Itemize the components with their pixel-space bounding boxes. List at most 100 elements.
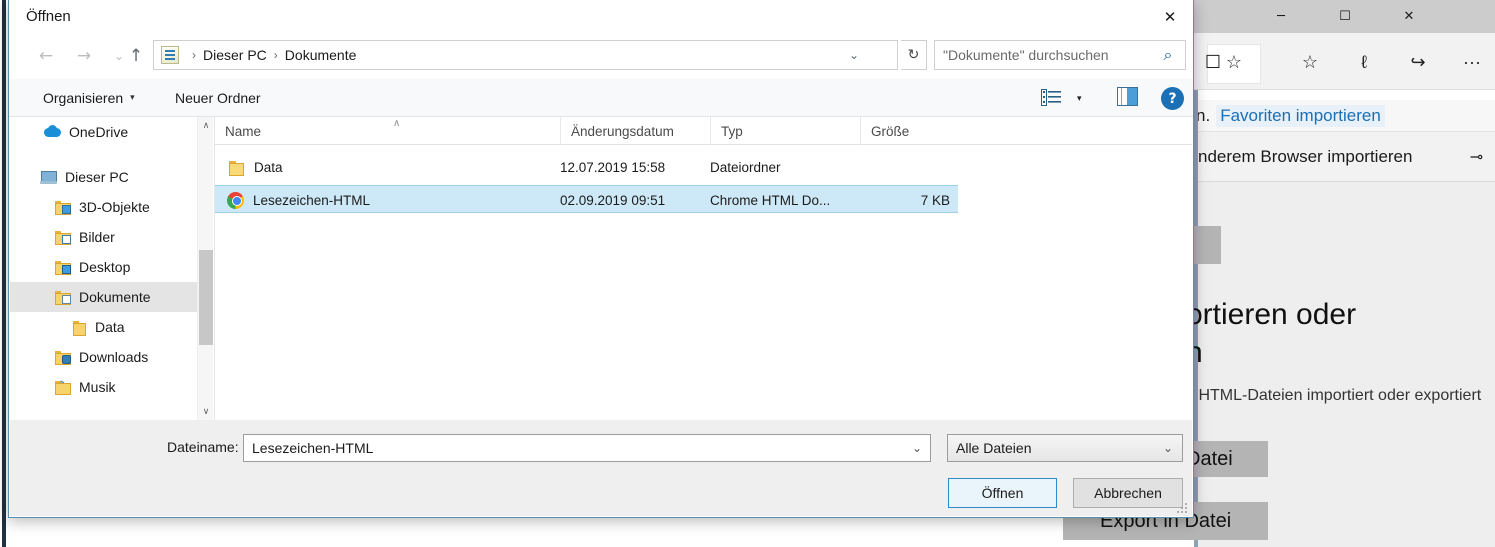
more-options-icon[interactable]: ··· — [1452, 44, 1492, 80]
column-header-type[interactable]: Typ — [710, 117, 860, 145]
import-other-browser-row[interactable]: nderem Browser importieren ⊸ — [1194, 132, 1495, 182]
help-icon[interactable]: ? — [1161, 87, 1184, 110]
search-input[interactable]: "Dokumente" durchsuchen ⌕ — [934, 40, 1186, 70]
navigation-tree: OneDrive Dieser PC 3D-Objekte Bilder Des… — [10, 117, 213, 420]
tree-item-downloads[interactable]: Downloads — [10, 342, 198, 372]
breadcrumb-separator-0: › — [192, 48, 196, 62]
screen-left-edge — [0, 0, 8, 547]
tree-item-dokumente[interactable]: Dokumente — [10, 282, 213, 312]
tree-item-label: Bilder — [79, 229, 115, 245]
tree-item-label: Musik — [79, 379, 116, 395]
chrome-html-document-icon — [227, 191, 244, 209]
tree-item-dieser-pc[interactable]: Dieser PC — [10, 162, 198, 192]
dialog-footer: Dateiname: Lesezeichen-HTML ⌄ Alle Datei… — [10, 420, 1192, 516]
tree-item-3d-objekte[interactable]: 3D-Objekte — [10, 192, 198, 222]
favorites-import-prefix: n. — [1196, 105, 1211, 125]
partially-hidden-button[interactable] — [1190, 226, 1221, 264]
pin-icon[interactable]: ⊸ — [1470, 147, 1483, 166]
filename-input[interactable]: Lesezeichen-HTML ⌄ — [243, 434, 931, 462]
edge-title-bar: ─ ☐ ✕ — [1194, 0, 1495, 33]
settings-description: s HTML-Dateien importiert oder exportier… — [1186, 387, 1482, 404]
favorites-list-icon[interactable]: ☆ — [1290, 44, 1330, 80]
column-header-name[interactable]: Name ∧ — [215, 117, 560, 145]
command-bar: Organisieren ▾ Neuer Ordner ▾ — [9, 79, 1193, 117]
tree-item-bilder[interactable]: Bilder — [10, 222, 198, 252]
favorites-import-row[interactable]: n. Favoriten importieren — [1194, 100, 1495, 132]
column-header-size[interactable]: Größe — [860, 117, 958, 145]
downloads-folder-icon — [54, 349, 71, 365]
tree-scrollbar[interactable]: ∧ ∨ — [197, 117, 213, 420]
chevron-down-icon[interactable]: ⌄ — [1154, 441, 1182, 455]
new-folder-button[interactable]: Neuer Ordner — [167, 79, 269, 117]
share-icon[interactable]: ↪ — [1398, 44, 1438, 80]
maximize-icon[interactable]: ☐ — [1322, 0, 1368, 33]
open-file-dialog: Öffnen ✕ ← → ⌄ ↑ › Dieser PC › Dokumente… — [8, 0, 1194, 518]
file-name: Data — [254, 159, 283, 175]
chevron-down-icon: ▾ — [130, 93, 135, 103]
filetype-select[interactable]: Alle Dateien ⌄ — [947, 434, 1183, 462]
close-icon[interactable]: ✕ — [1386, 0, 1432, 33]
chevron-down-icon[interactable]: ⌄ — [841, 41, 867, 69]
breadcrumb-item-0[interactable]: Dieser PC — [203, 47, 267, 63]
onedrive-cloud-icon — [44, 124, 61, 140]
table-row[interactable]: Lesezeichen-HTML 02.09.2019 09:51 Chrome… — [215, 185, 958, 213]
data-folder-icon — [70, 319, 87, 336]
scroll-up-icon[interactable]: ∧ — [198, 117, 214, 134]
tree-item-label: OneDrive — [69, 124, 129, 140]
scrollbar-thumb[interactable] — [199, 250, 213, 345]
tree-item-label: Data — [95, 319, 125, 335]
address-breadcrumb-bar[interactable]: › Dieser PC › Dokumente ⌄ — [153, 40, 898, 70]
view-list-icon[interactable] — [1041, 89, 1061, 107]
file-size — [860, 153, 958, 181]
scroll-down-icon[interactable]: ∨ — [198, 403, 214, 420]
breadcrumb-item-1[interactable]: Dokumente — [285, 47, 357, 63]
file-name-cell: Data — [227, 153, 560, 181]
file-modified: 12.07.2019 15:58 — [560, 159, 666, 175]
minimize-icon[interactable]: ─ — [1258, 0, 1304, 33]
favorites-import-link[interactable]: Favoriten importieren — [1216, 104, 1385, 127]
chevron-down-icon[interactable]: ⌄ — [904, 441, 930, 455]
table-row[interactable]: Data 12.07.2019 15:58 Dateiordner — [215, 153, 958, 181]
tree-item-desktop[interactable]: Desktop — [10, 252, 198, 282]
preview-pane-icon[interactable] — [1117, 87, 1138, 106]
tree-item-musik[interactable]: ♪ Musik — [10, 372, 198, 402]
search-icon[interactable]: ⌕ — [1151, 45, 1185, 65]
file-list: Name ∧ Änderungsdatum Typ Größe Data 12.… — [214, 117, 1192, 420]
address-row: ← → ⌄ ↑ › Dieser PC › Dokumente ⌄ ↻ "Dok… — [9, 34, 1193, 79]
refresh-button[interactable]: ↻ — [901, 40, 927, 70]
filetype-value: Alle Dateien — [956, 440, 1032, 456]
settings-heading-line1: ortieren oder — [1186, 298, 1357, 331]
import-other-browser-label: nderem Browser importieren — [1198, 146, 1413, 166]
chevron-down-icon[interactable]: ▾ — [1077, 94, 1082, 104]
column-header-modified[interactable]: Änderungsdatum — [560, 117, 710, 145]
forward-button[interactable]: → — [67, 39, 101, 73]
tree-item-data[interactable]: Data — [10, 312, 198, 342]
this-pc-icon — [40, 169, 57, 185]
tree-item-onedrive[interactable]: OneDrive — [10, 117, 198, 147]
search-placeholder: "Dokumente" durchsuchen — [943, 47, 1109, 63]
resize-grip[interactable] — [1177, 502, 1189, 514]
tree-item-label: 3D-Objekte — [79, 199, 150, 215]
documents-folder-icon — [54, 289, 71, 305]
favorite-star-icon[interactable]: ☆ — [1214, 44, 1254, 80]
organize-button[interactable]: Organisieren ▾ — [35, 79, 143, 117]
tree-item-label: Dokumente — [79, 289, 151, 305]
column-header-row: Name ∧ Änderungsdatum Typ Größe — [215, 117, 1192, 145]
file-name: Lesezeichen-HTML — [253, 192, 371, 208]
tree-item-label: Dieser PC — [65, 169, 129, 185]
column-label: Name — [225, 123, 262, 139]
dialog-title-bar: Öffnen ✕ — [9, 0, 1193, 34]
dialog-close-icon[interactable]: ✕ — [1147, 0, 1193, 34]
web-notes-pen-icon[interactable]: ℓ — [1344, 44, 1384, 80]
file-type: Dateiordner — [710, 159, 781, 175]
music-folder-icon: ♪ — [54, 379, 71, 395]
open-button[interactable]: Öffnen — [948, 478, 1057, 508]
edge-settings-body — [1194, 182, 1495, 547]
file-type: Chrome HTML Do... — [710, 192, 831, 208]
tree-item-label: Desktop — [79, 259, 131, 275]
folder-icon — [227, 159, 245, 176]
breadcrumb-separator-1: › — [273, 48, 278, 62]
cancel-button[interactable]: Abbrechen — [1073, 478, 1183, 508]
back-button[interactable]: ← — [29, 39, 63, 73]
up-button[interactable]: ↑ — [119, 39, 153, 73]
